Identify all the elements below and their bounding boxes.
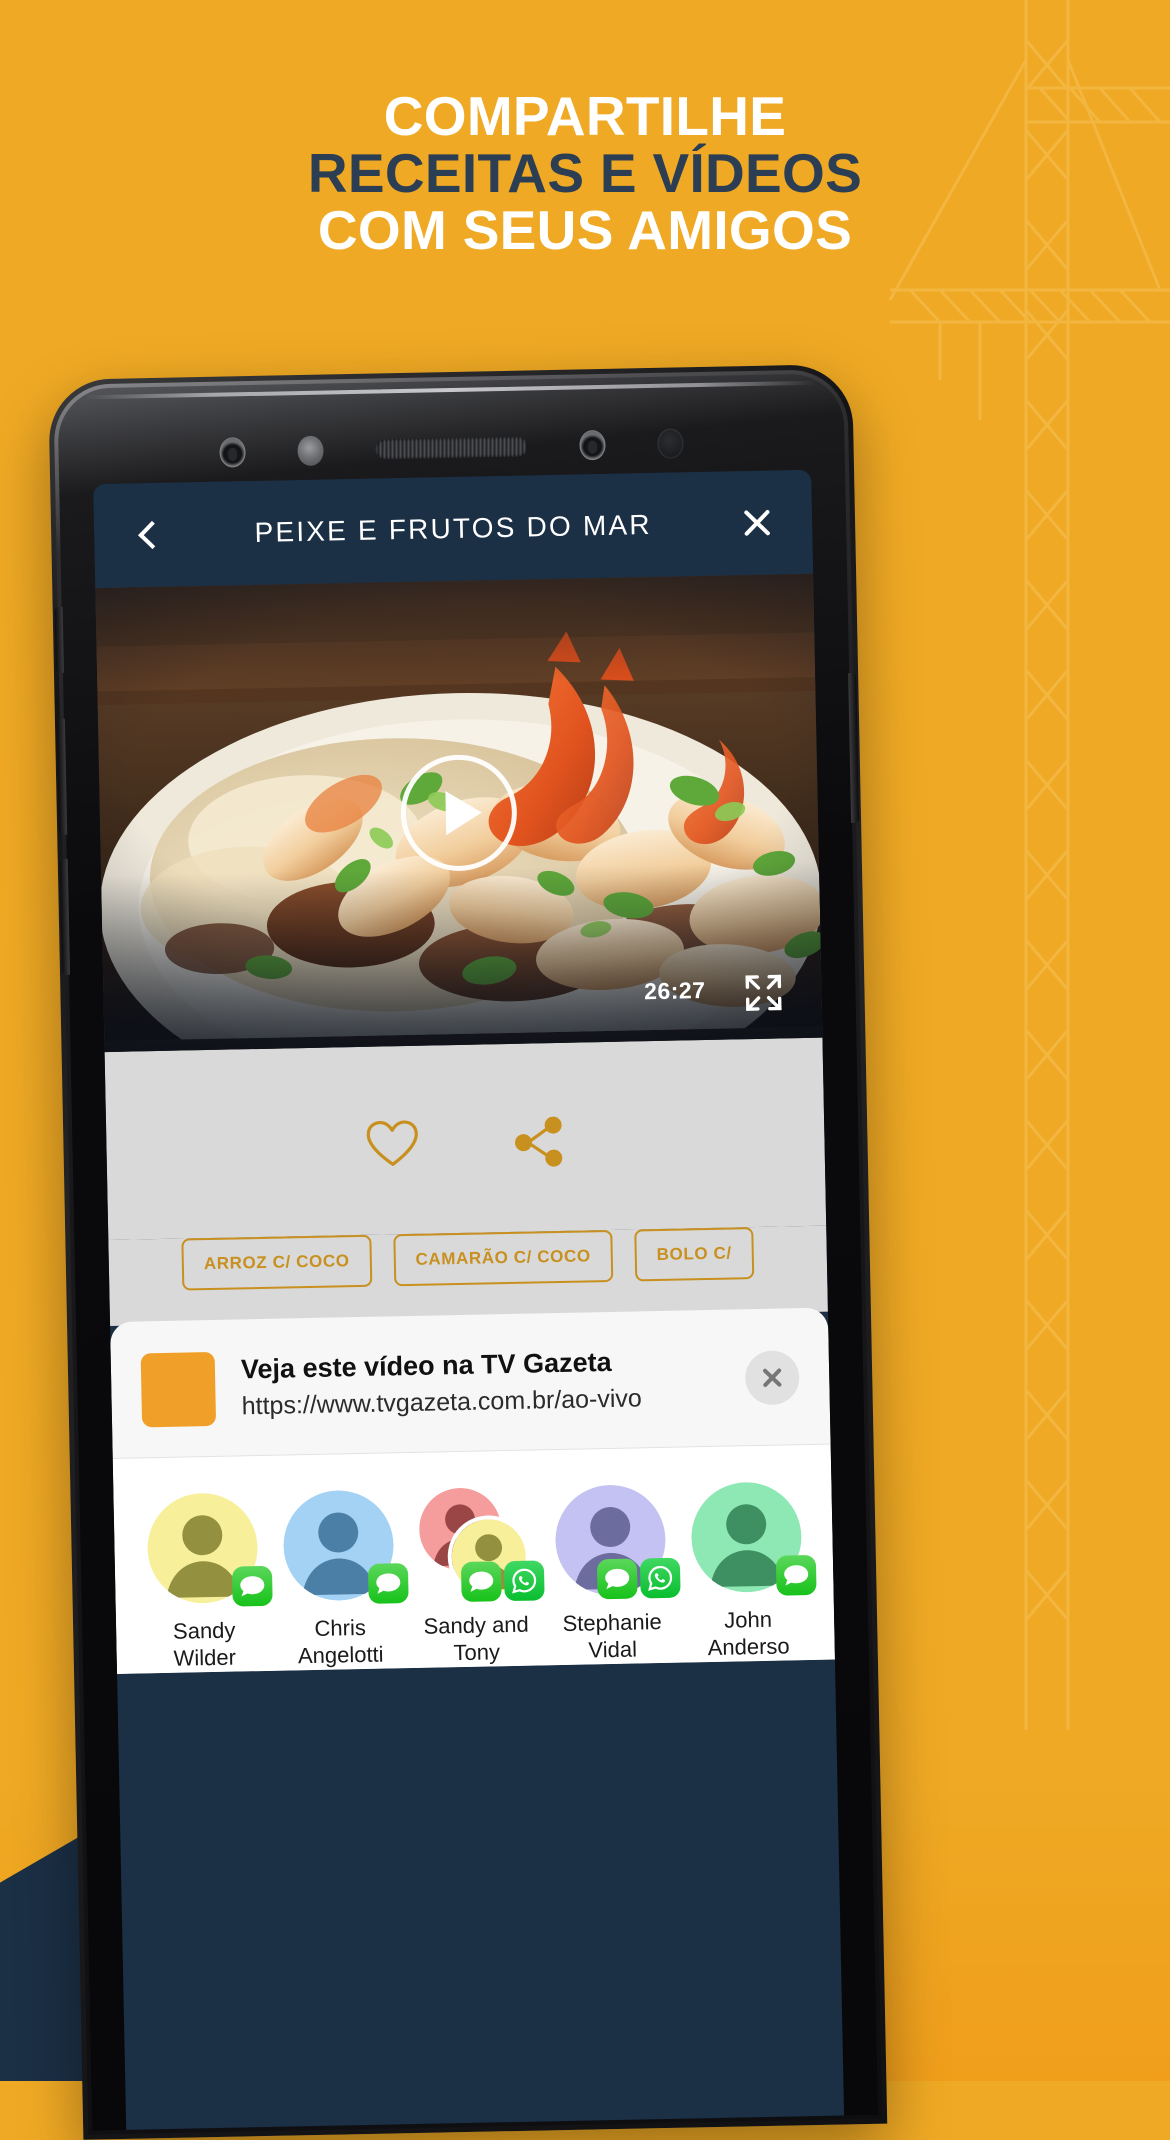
messages-icon: [367, 1563, 409, 1604]
contact-name-line1: Sandy: [172, 1617, 236, 1644]
contact-name-line1: John: [723, 1606, 773, 1633]
contact-name-line2: Anderso: [707, 1633, 790, 1661]
power-button: [848, 672, 860, 824]
contact-item[interactable]: Stephanie Vidal: [541, 1484, 681, 1665]
back-button[interactable]: [122, 508, 177, 563]
messages-icon: [460, 1561, 502, 1603]
bezel-highlight: [85, 380, 816, 400]
whatsapp-icon: [639, 1557, 681, 1599]
light-sensor-icon: [657, 428, 684, 459]
phone-mockup: PEIXE E FRUTOS DO MAR 26:27 ARROZ C/ COC…: [48, 363, 888, 2140]
badge-group: [775, 1554, 817, 1596]
video-duration: 26:27: [643, 977, 706, 1005]
volume-up-button: [56, 718, 68, 835]
share-sheet: Veja este vídeo na TV Gazeta https://www…: [109, 1307, 835, 1674]
back-chevron-icon: [138, 520, 167, 550]
recipe-tag[interactable]: BOLO C/: [634, 1227, 755, 1282]
contact-name-line2: Tony: [453, 1639, 501, 1666]
close-icon: [760, 1365, 784, 1389]
avatar-wrapper: [418, 1487, 545, 1603]
dismiss-link-button[interactable]: [744, 1350, 800, 1406]
contact-name-line2: Angelotti: [297, 1641, 384, 1669]
recipe-tag[interactable]: CAMARÃO C/ COCO: [393, 1229, 614, 1287]
link-text-group: Veja este vídeo na TV Gazeta https://www…: [241, 1344, 720, 1423]
contact-name: Sandy Wilder: [136, 1616, 273, 1673]
contact-item[interactable]: Sandy Wilder: [133, 1492, 273, 1673]
video-player[interactable]: 26:27: [95, 573, 823, 1053]
badge-group: [460, 1560, 545, 1603]
contact-name: Sandy and Tony: [408, 1610, 545, 1667]
link-url: https://www.tvgazeta.com.br/ao-vivo: [241, 1384, 643, 1421]
badge-group: [596, 1557, 681, 1600]
share-icon[interactable]: [511, 1115, 566, 1168]
avatar-wrapper: [690, 1481, 817, 1596]
contact-name-line2: Wilder: [173, 1644, 237, 1672]
recipe-tag[interactable]: ARROZ C/ COCO: [181, 1234, 373, 1291]
phone-rim: PEIXE E FRUTOS DO MAR 26:27 ARROZ C/ COC…: [53, 369, 883, 2135]
promo-headline: COMPARTILHE RECEITAS E VÍDEOS COM SEUS A…: [0, 85, 1170, 262]
fullscreen-icon[interactable]: [741, 970, 786, 1015]
contact-item[interactable]: John Anderso: [677, 1481, 817, 1662]
contact-name-line2: Vidal: [588, 1636, 638, 1663]
video-actions: [104, 1037, 827, 1241]
headline-line-2: RECEITAS E VÍDEOS: [307, 142, 863, 205]
messages-icon: [596, 1558, 638, 1600]
avatar-wrapper: [282, 1489, 409, 1604]
secondary-camera-icon: [579, 429, 606, 461]
phone-side-button: [54, 606, 64, 673]
volume-down-button: [59, 858, 71, 975]
close-icon: [740, 506, 775, 541]
heart-icon[interactable]: [365, 1119, 420, 1170]
avatar-wrapper: [146, 1492, 273, 1607]
messages-icon: [231, 1565, 273, 1607]
app-header: PEIXE E FRUTOS DO MAR: [93, 469, 814, 589]
close-button[interactable]: [730, 495, 785, 550]
contact-name-line1: Stephanie: [562, 1609, 662, 1636]
contact-name: Stephanie Vidal: [544, 1608, 681, 1665]
play-icon: [444, 790, 482, 836]
contact-name-line1: Sandy and: [423, 1611, 529, 1639]
contact-name-line1: Chris: [314, 1614, 367, 1641]
share-link-preview[interactable]: Veja este vídeo na TV Gazeta https://www…: [109, 1307, 831, 1459]
link-title: Veja este vídeo na TV Gazeta: [240, 1347, 612, 1385]
avatar-wrapper: [554, 1484, 681, 1600]
earpiece-speaker-icon: [375, 436, 528, 460]
proximity-sensor-icon: [297, 435, 324, 467]
badge-group: [231, 1565, 273, 1607]
messages-icon: [775, 1554, 817, 1596]
phone-screen: PEIXE E FRUTOS DO MAR 26:27 ARROZ C/ COC…: [93, 469, 845, 2130]
headline-line-1: COMPARTILHE: [383, 85, 787, 147]
share-contact-list: Sandy Wilder Chris Angelotti Sandy and T…: [112, 1444, 835, 1674]
contact-name: Chris Angelotti: [272, 1613, 409, 1670]
front-camera-icon: [219, 437, 246, 468]
page-title: PEIXE E FRUTOS DO MAR: [254, 508, 653, 548]
contact-name: John Anderso: [680, 1605, 817, 1662]
whatsapp-icon: [503, 1560, 545, 1602]
contact-item[interactable]: Chris Angelotti: [269, 1489, 409, 1670]
headline-line-3: COM SEUS AMIGOS: [317, 199, 853, 262]
badge-group: [367, 1563, 409, 1604]
phone-inner-rim: PEIXE E FRUTOS DO MAR 26:27 ARROZ C/ COC…: [54, 373, 879, 2131]
link-thumbnail: [140, 1351, 217, 1428]
contact-item[interactable]: Sandy and Tony: [405, 1486, 545, 1667]
